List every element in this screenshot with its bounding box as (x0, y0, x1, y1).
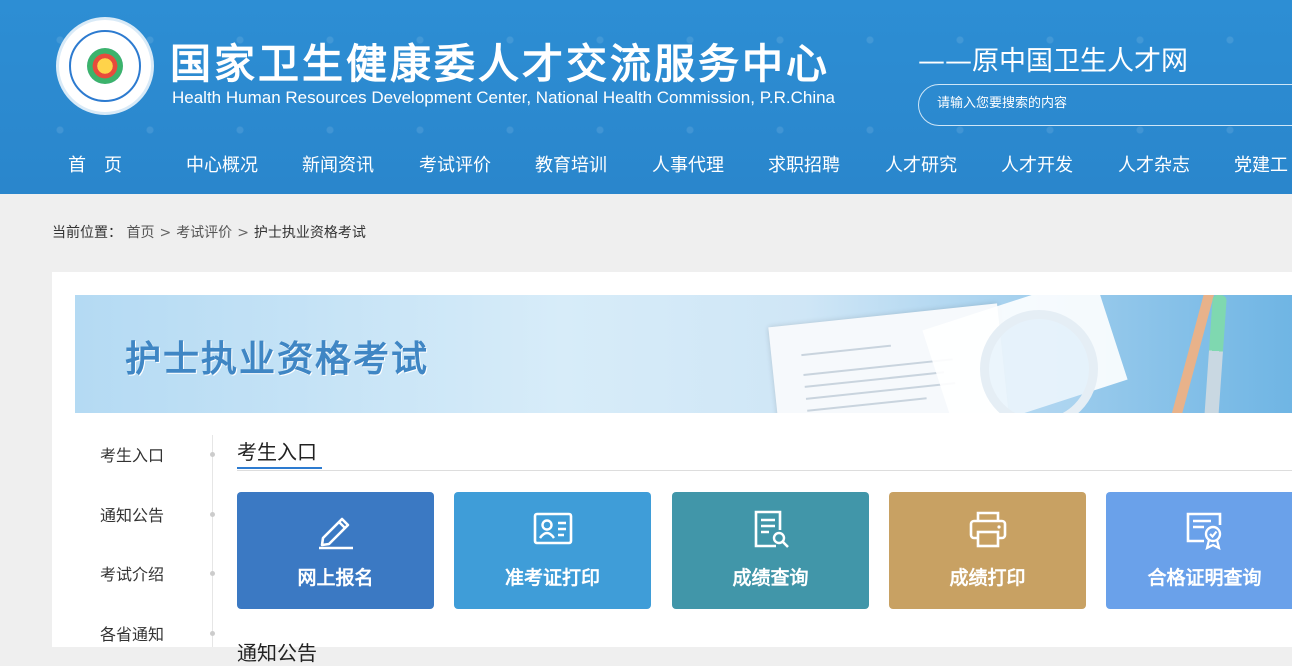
site-subtitle: Health Human Resources Development Cente… (172, 88, 835, 107)
sidebar-item-provinces[interactable]: 各省通知 (100, 621, 164, 645)
nav-development[interactable]: 人才开发 (1001, 151, 1073, 177)
breadcrumb-label: 当前位置： (52, 225, 122, 241)
breadcrumb: 当前位置： 首页 > 考试评价 > 护士执业资格考试 (52, 222, 366, 242)
sidebar-item-intro[interactable]: 考试介绍 (100, 561, 164, 585)
banner-title: 护士执业资格考试 (125, 339, 430, 380)
section-underline (237, 467, 322, 469)
sidebar-item-notices[interactable]: 通知公告 (100, 502, 164, 526)
card-label: 准考证打印 (504, 567, 600, 589)
id-card-icon (533, 512, 573, 545)
nav-personnel[interactable]: 人事代理 (652, 151, 724, 177)
breadcrumb-current: 护士执业资格考试 (253, 225, 366, 241)
nav-home[interactable]: 首 页 (68, 151, 122, 177)
nav-party[interactable]: 党建工 (1234, 151, 1288, 177)
sidebar-item-entry[interactable]: 考生入口 (100, 442, 164, 466)
certificate-query-button[interactable]: 合格证明查询 (1106, 492, 1292, 609)
admission-ticket-print-button[interactable]: 准考证打印 (454, 492, 651, 609)
printer-icon (969, 511, 1007, 548)
card-label: 成绩查询 (732, 567, 809, 589)
breadcrumb-separator: > (159, 225, 172, 241)
section-rule (237, 470, 1292, 471)
score-query-button[interactable]: 成绩查询 (672, 492, 869, 609)
card-label: 成绩打印 (949, 567, 1026, 589)
sidebar-dot (210, 452, 215, 457)
register-online-button[interactable]: 网上报名 (237, 492, 434, 609)
certificate-icon (1186, 512, 1222, 550)
nav-about[interactable]: 中心概况 (186, 151, 258, 177)
main-panel: 护士执业资格考试 考生入口 通知公告 考试介绍 各省通知 考生入口 网上报名 准… (52, 272, 1292, 665)
nav-news[interactable]: 新闻资讯 (302, 151, 374, 177)
nav-jobs[interactable]: 求职招聘 (768, 151, 840, 177)
site-title: 国家卫生健康委人才交流服务中心 (170, 40, 830, 88)
exam-banner: 护士执业资格考试 (75, 295, 1292, 413)
score-print-button[interactable]: 成绩打印 (889, 492, 1086, 609)
search-input[interactable] (935, 95, 1292, 112)
document-search-icon (754, 510, 789, 548)
breadcrumb-home[interactable]: 首页 (126, 225, 154, 241)
nav-exams[interactable]: 考试评价 (419, 151, 491, 177)
breadcrumb-separator: > (237, 225, 249, 241)
section-title: 考生入口 (237, 440, 317, 464)
notices-section-title: 通知公告 (237, 641, 317, 665)
nav-training[interactable]: 教育培训 (535, 151, 607, 177)
nav-research[interactable]: 人才研究 (885, 151, 957, 177)
logo-core (87, 48, 123, 84)
ncc-logo-icon[interactable] (56, 17, 154, 115)
site-slogan: ——原中国卫生人才网 (918, 46, 1188, 77)
site-header: 国家卫生健康委人才交流服务中心 Health Human Resources D… (0, 0, 1292, 194)
main-nav: 首 页 中心概况 新闻资讯 考试评价 教育培训 人事代理 求职招聘 人才研究 人… (0, 144, 1292, 184)
sidebar-divider (212, 435, 213, 647)
pencil-icon (319, 517, 353, 550)
nav-magazine[interactable]: 人才杂志 (1118, 151, 1190, 177)
sidebar-dot (210, 631, 215, 636)
card-label: 网上报名 (297, 567, 374, 589)
search-box[interactable] (918, 84, 1292, 126)
breadcrumb-exams[interactable]: 考试评价 (176, 225, 232, 241)
card-label: 合格证明查询 (1147, 567, 1262, 589)
sidebar-dot (210, 512, 215, 517)
sidebar-dot (210, 571, 215, 576)
